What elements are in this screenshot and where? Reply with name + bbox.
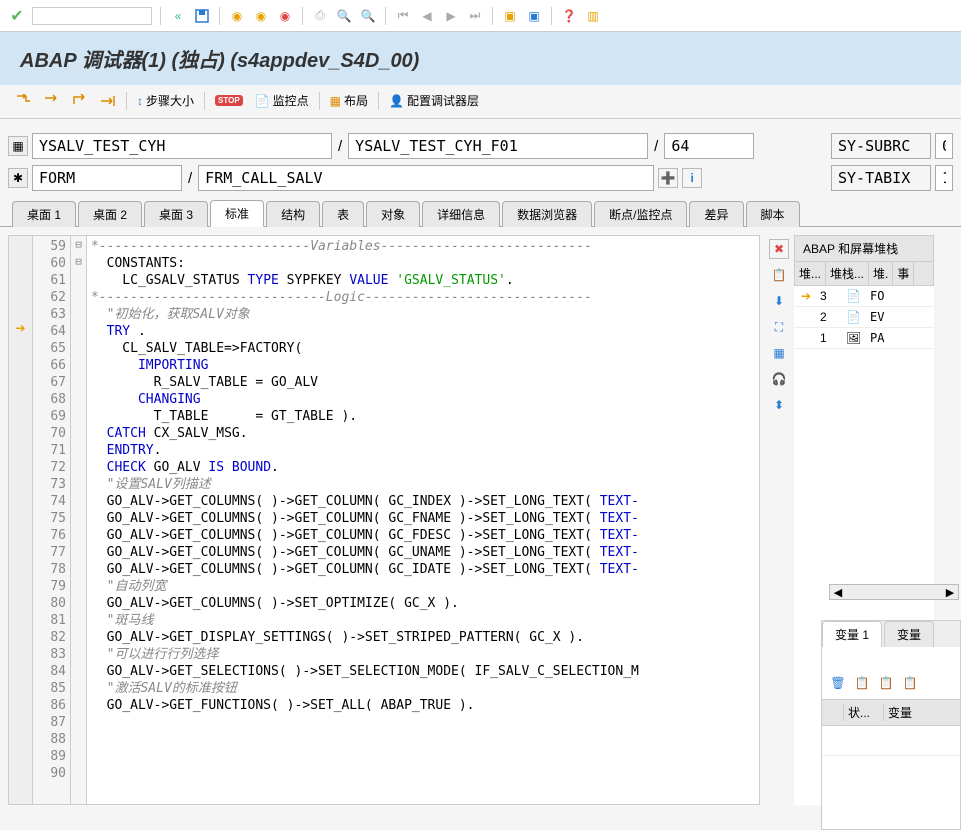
- ok-icon[interactable]: ✔: [8, 7, 26, 25]
- program-field[interactable]: [32, 133, 332, 159]
- step-out-button[interactable]: [68, 92, 92, 110]
- stack-row[interactable]: ➔3📄FO: [794, 286, 934, 307]
- tabix-value: [935, 165, 953, 191]
- step-over-button[interactable]: [40, 92, 64, 110]
- context-row-2: ✱ / ➕ i: [0, 161, 961, 193]
- stack-hscroll[interactable]: ◀▶: [829, 584, 959, 600]
- tool-icon-4[interactable]: ⬍: [769, 395, 789, 415]
- subrc-value: [935, 133, 953, 159]
- find-icon[interactable]: 🔍: [335, 7, 353, 25]
- stack-row[interactable]: 2📄EV: [794, 307, 934, 328]
- delete-icon[interactable]: 🗑: [828, 673, 848, 693]
- close-icon[interactable]: ✖: [769, 239, 789, 259]
- var-columns: 状... 变量: [822, 699, 960, 726]
- next-icon[interactable]: ▶: [442, 7, 460, 25]
- layout-button[interactable]: ▦布局: [326, 90, 372, 111]
- include-field[interactable]: [348, 133, 648, 159]
- var-tool-1[interactable]: 📋: [852, 673, 872, 693]
- goto-icon[interactable]: ➕: [658, 168, 678, 188]
- breakpoint-gutter[interactable]: ➔: [9, 236, 33, 804]
- find-next-icon[interactable]: 🔍: [359, 7, 377, 25]
- fold-column[interactable]: ⊟⊟: [71, 236, 87, 804]
- source-container: ➔ 59606162636465666768697071727374757677…: [0, 227, 764, 805]
- var-tab-0[interactable]: 变量 1: [822, 621, 882, 647]
- new-session-icon[interactable]: ▣: [501, 7, 519, 25]
- headphones-icon[interactable]: 🎧: [769, 369, 789, 389]
- nav3-icon[interactable]: ◉: [276, 7, 294, 25]
- nav1-icon[interactable]: ◉: [228, 7, 246, 25]
- print-icon[interactable]: ⎙: [311, 7, 329, 25]
- last-icon[interactable]: ⏭: [466, 7, 484, 25]
- help-icon[interactable]: ❓: [560, 7, 578, 25]
- var-tab-1[interactable]: 变量: [884, 621, 934, 647]
- variables-panel: 变量 1变量 🗑 📋 📋 📋 状... 变量: [821, 620, 961, 830]
- watchpoint-button[interactable]: 📄监控点: [251, 90, 313, 111]
- stack-row[interactable]: 1🖼PA: [794, 328, 934, 349]
- config-layers-button[interactable]: 👤配置调试器层: [385, 90, 483, 111]
- save-icon[interactable]: [193, 7, 211, 25]
- block-icon[interactable]: ✱: [8, 168, 28, 188]
- step-size-button[interactable]: ↕步骤大小: [133, 90, 198, 111]
- debug-toolbar: ↕步骤大小 STOP 📄监控点 ▦布局 👤配置调试器层: [0, 85, 961, 119]
- line-field[interactable]: [664, 133, 754, 159]
- stack-columns: 堆...堆栈...堆.事: [794, 262, 934, 286]
- tab-4[interactable]: 结构: [266, 201, 320, 227]
- tab-5[interactable]: 表: [322, 201, 364, 227]
- tab-8[interactable]: 数据浏览器: [502, 201, 592, 227]
- context-row-1: ▦ / /: [0, 129, 961, 161]
- prev-icon[interactable]: ◀: [418, 7, 436, 25]
- info-icon[interactable]: i: [682, 168, 702, 188]
- code-panel: ➔ 59606162636465666768697071727374757677…: [8, 235, 760, 805]
- var-tabs: 变量 1变量: [822, 621, 960, 647]
- tab-3[interactable]: 标准: [210, 200, 264, 227]
- stack-header: ABAP 和屏幕堆栈: [794, 235, 934, 262]
- var-tool-3[interactable]: 📋: [900, 673, 920, 693]
- command-field[interactable]: [32, 7, 152, 25]
- page-title: ABAP 调试器(1) (独占) (s4appdev_S4D_00): [0, 32, 961, 85]
- tab-1[interactable]: 桌面 2: [78, 201, 142, 227]
- first-icon[interactable]: ⏮: [394, 7, 412, 25]
- tab-11[interactable]: 脚本: [746, 201, 800, 227]
- program-icon[interactable]: ▦: [8, 136, 28, 156]
- code-toolbar-strip: ✖ 📋 ⬇ ⛶ ▦ 🎧 ⬍: [764, 227, 794, 805]
- display-icon[interactable]: ▥: [584, 7, 602, 25]
- tab-7[interactable]: 详细信息: [422, 201, 500, 227]
- tab-2[interactable]: 桌面 3: [144, 201, 208, 227]
- tab-0[interactable]: 桌面 1: [12, 201, 76, 227]
- block-type-field[interactable]: [32, 165, 182, 191]
- code-body[interactable]: *---------------------------Variables---…: [87, 236, 759, 804]
- var-tool-2[interactable]: 📋: [876, 673, 896, 693]
- step-into-button[interactable]: [12, 92, 36, 110]
- routine-field[interactable]: [198, 165, 654, 191]
- shortcut-icon[interactable]: ▣: [525, 7, 543, 25]
- desktop-tabs: 桌面 1桌面 2桌面 3标准结构表对象详细信息数据浏览器断点/监控点差异脚本: [0, 193, 961, 227]
- tool-icon-2[interactable]: ⬇: [769, 291, 789, 311]
- tab-10[interactable]: 差异: [689, 201, 743, 227]
- var-row-empty[interactable]: [822, 726, 960, 756]
- stop-button[interactable]: STOP: [211, 93, 247, 108]
- tool-icon-1[interactable]: 📋: [769, 265, 789, 285]
- subrc-label: [831, 133, 931, 159]
- fullscreen-icon[interactable]: ⛶: [769, 317, 789, 337]
- tabix-label: [831, 165, 931, 191]
- continue-button[interactable]: [96, 92, 120, 110]
- system-toolbar: ✔ « ◉ ◉ ◉ ⎙ 🔍 🔍 ⏮ ◀ ▶ ⏭ ▣ ▣ ❓ ▥: [0, 0, 961, 32]
- nav2-icon[interactable]: ◉: [252, 7, 270, 25]
- tool-icon-3[interactable]: ▦: [769, 343, 789, 363]
- tab-9[interactable]: 断点/监控点: [594, 201, 687, 227]
- line-numbers: 5960616263646566676869707172737475767778…: [33, 236, 71, 804]
- collapse-icon[interactable]: «: [169, 7, 187, 25]
- tab-6[interactable]: 对象: [366, 201, 420, 227]
